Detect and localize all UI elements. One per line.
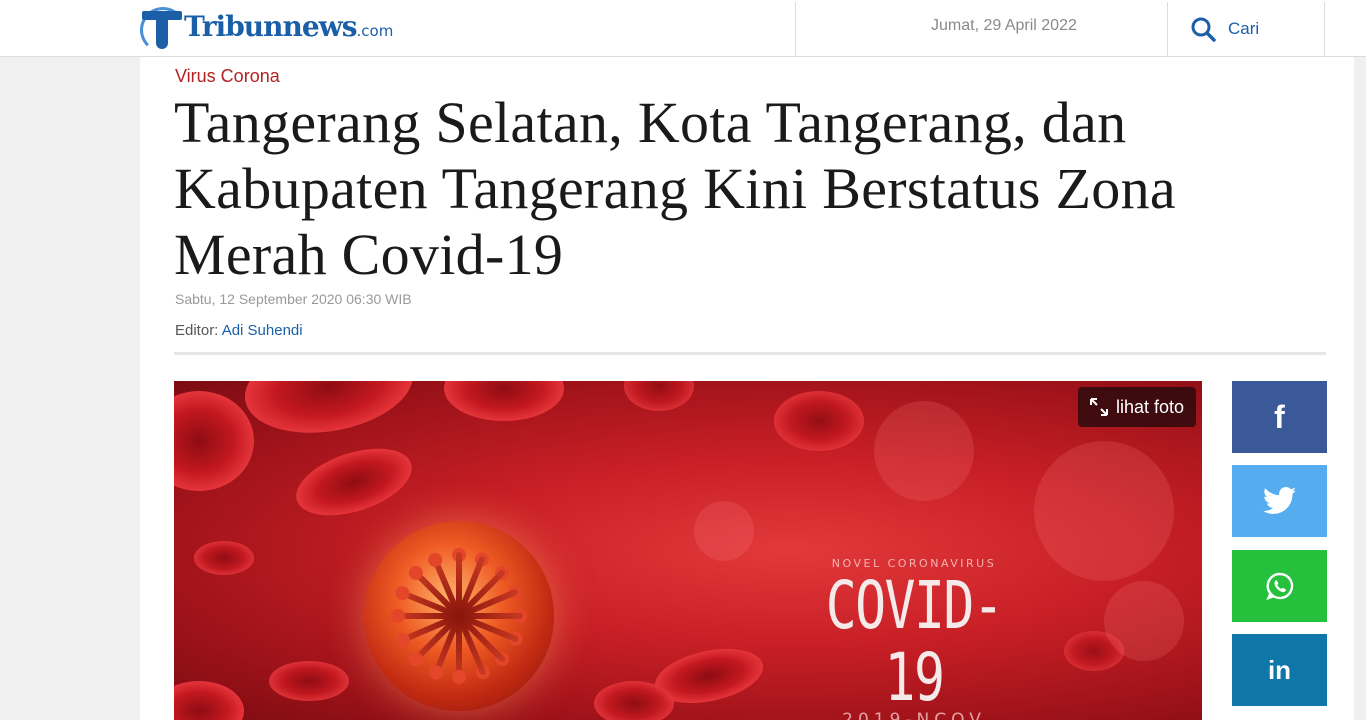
blood-cell: [237, 381, 421, 446]
header-divider: [1167, 2, 1168, 56]
blood-cell: [624, 381, 694, 411]
article-hero-image[interactable]: NOVEL CORONAVIRUS COVID-19 2019-NCOV lih…: [174, 381, 1202, 720]
tribunnews-logo[interactable]: Tribunnews.com: [140, 3, 393, 53]
logo-wordmark: Tribunnews.com: [184, 10, 394, 43]
linkedin-icon: in: [1267, 654, 1292, 685]
whatsapp-icon: [1265, 572, 1293, 601]
divider: [174, 352, 1326, 355]
header-divider: [795, 2, 796, 56]
twitter-icon: [1262, 487, 1296, 514]
lihat-foto-button[interactable]: lihat foto: [1077, 387, 1196, 427]
blood-cell: [194, 541, 254, 575]
expand-icon: [1089, 398, 1108, 416]
blood-cell: [287, 435, 421, 529]
publish-date: Sabtu, 12 September 2020 06:30 WIB: [175, 291, 412, 307]
lihat-foto-label: lihat foto: [1115, 396, 1184, 417]
share-whatsapp-button[interactable]: [1232, 550, 1327, 622]
editor-name-link[interactable]: Adi Suhendi: [222, 322, 303, 339]
article-category[interactable]: Virus Corona: [175, 66, 280, 87]
bokeh: [1034, 441, 1174, 581]
bokeh: [874, 401, 974, 501]
facebook-icon: f: [1274, 398, 1285, 435]
share-twitter-button[interactable]: [1232, 465, 1327, 537]
blood-cell: [594, 681, 674, 720]
header-date: Jumat, 29 April 2022: [931, 17, 1077, 34]
tribun-t-logo-icon: [140, 5, 188, 53]
search-label: Cari: [1228, 19, 1260, 38]
editor-label: Editor:: [175, 322, 219, 339]
editor-line: Editor: Adi Suhendi: [175, 322, 303, 339]
site-header: Tribunnews.com Jumat, 29 April 2022 Cari: [0, 0, 1366, 57]
blood-cell: [269, 661, 349, 701]
blood-cell: [174, 681, 244, 720]
article-title: Tangerang Selatan, Kota Tangerang, dan K…: [174, 90, 1176, 287]
header-divider: [1324, 2, 1325, 56]
coronavirus-illustration: [364, 521, 554, 711]
blood-cell: [444, 381, 564, 421]
search-button[interactable]: Cari: [1190, 12, 1259, 46]
blood-cell: [774, 391, 864, 451]
bokeh: [694, 501, 754, 561]
share-facebook-button[interactable]: f: [1232, 381, 1327, 453]
blood-cell: [174, 391, 254, 491]
share-linkedin-button[interactable]: in: [1232, 634, 1327, 706]
article-container: Virus Corona Tangerang Selatan, Kota Tan…: [140, 57, 1354, 720]
overlay-big-text: COVID-19: [825, 567, 1004, 716]
bokeh: [1104, 581, 1184, 661]
search-icon: [1191, 17, 1216, 42]
covid-overlay-text: NOVEL CORONAVIRUS COVID-19 2019-NCOV: [794, 557, 1034, 720]
